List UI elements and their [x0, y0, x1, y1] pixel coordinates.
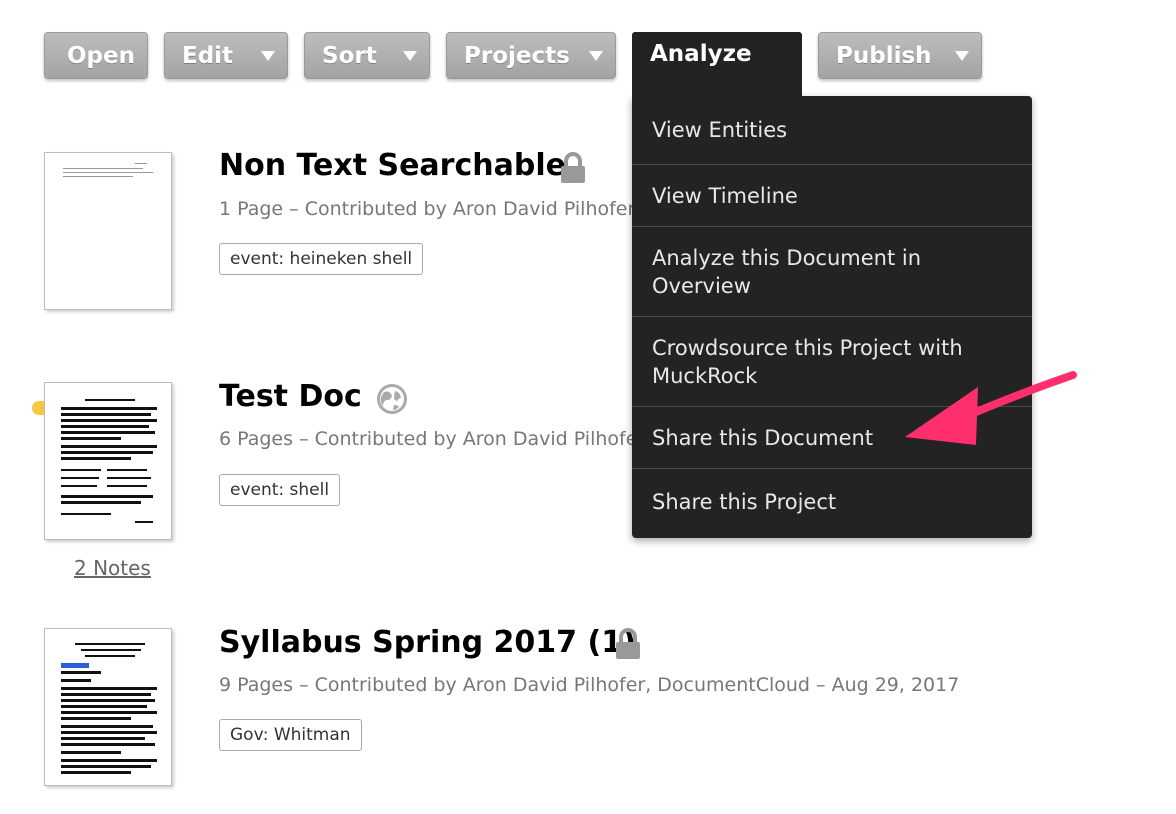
document-thumbnail[interactable]	[44, 152, 172, 310]
lock-icon	[561, 152, 585, 183]
menu-item-view-entities[interactable]: View Entities	[632, 96, 1032, 164]
chevron-down-icon	[261, 51, 275, 61]
publish-button[interactable]: Publish	[818, 32, 982, 79]
document-title[interactable]: Test Doc	[219, 379, 362, 414]
document-tag[interactable]: event: heineken shell	[219, 243, 424, 275]
open-button-label: Open	[67, 42, 135, 69]
menu-item-label: Share this Project	[652, 489, 837, 514]
document-title[interactable]: Syllabus Spring 2017 (1)	[219, 625, 636, 660]
menu-item-analyze-in-overview[interactable]: Analyze this Document in Overview	[632, 227, 1032, 316]
publish-button-label: Publish	[836, 42, 932, 69]
sort-button[interactable]: Sort	[304, 32, 430, 79]
edit-button[interactable]: Edit	[164, 32, 288, 79]
analyze-button[interactable]: Analyze	[632, 32, 802, 96]
annotation-arrow-icon	[905, 371, 1077, 445]
menu-item-share-project[interactable]: Share this Project	[632, 469, 1032, 534]
lock-icon	[616, 628, 640, 659]
chevron-down-icon	[403, 51, 417, 61]
document-tag[interactable]: event: shell	[219, 474, 341, 506]
chevron-down-icon	[589, 51, 603, 61]
analyze-dropdown-menu: View Entities View Timeline Analyze this…	[632, 96, 1032, 538]
menu-item-label: Analyze this Document in Overview	[652, 245, 922, 298]
edit-button-label: Edit	[182, 42, 234, 69]
analyze-button-label: Analyze	[650, 41, 752, 67]
menu-item-label: Share this Document	[652, 425, 874, 450]
document-tag[interactable]: Gov: Whitman	[219, 719, 362, 751]
document-meta: 9 Pages – Contributed by Aron David Pilh…	[219, 674, 960, 696]
chevron-down-icon	[955, 51, 969, 61]
menu-item-view-timeline[interactable]: View Timeline	[632, 165, 1032, 226]
menu-item-label: View Entities	[652, 118, 788, 142]
document-title[interactable]: Non Text Searchable	[219, 148, 566, 183]
projects-button[interactable]: Projects	[446, 32, 616, 79]
notes-link[interactable]: 2 Notes	[74, 556, 151, 580]
globe-icon	[377, 384, 407, 414]
document-thumbnail[interactable]	[44, 628, 172, 786]
sort-button-label: Sort	[322, 42, 377, 69]
projects-button-label: Projects	[464, 42, 570, 69]
document-thumbnail[interactable]	[44, 382, 172, 540]
menu-item-label: View Timeline	[652, 183, 798, 208]
open-button[interactable]: Open	[44, 32, 148, 79]
